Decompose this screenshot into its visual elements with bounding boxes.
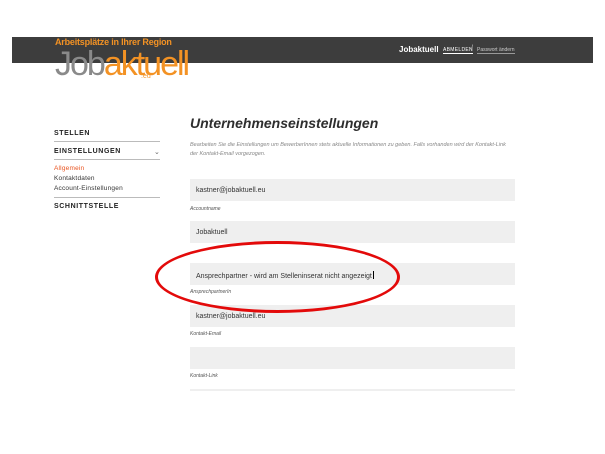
header-separator: /: [471, 45, 473, 52]
page-description: Bearbeiten Sie die Einstellungen um Bewe…: [190, 142, 506, 157]
annotation-ellipse: [155, 241, 400, 313]
logout-link[interactable]: ABMELDEN: [443, 47, 473, 54]
chevron-down-icon[interactable]: ⌄: [154, 148, 160, 156]
jobaktuell-logo[interactable]: Arbeitsplätze in Ihrer Region Jobaktuell…: [55, 36, 190, 84]
sidebar-divider: [54, 159, 160, 160]
kontakt-link-label: Kontakt-Link: [190, 373, 218, 379]
header-site-title: Jobaktuell: [399, 45, 439, 54]
sidebar-item-schnittstelle[interactable]: SCHNITTSTELLE: [54, 203, 160, 210]
logo-tld: .eu: [141, 73, 151, 80]
company-name-field[interactable]: Jobaktuell: [190, 221, 515, 243]
next-field-edge: [190, 389, 515, 391]
logo-wordmark: Jobaktuell: [55, 45, 190, 83]
sidebar-divider: [54, 197, 160, 198]
accountname-field[interactable]: kastner@jobaktuell.eu: [190, 179, 515, 201]
accountname-label: Accountname: [190, 206, 221, 212]
sidebar-sub-allgemein[interactable]: Allgemein: [54, 165, 84, 172]
kontakt-link-field[interactable]: [190, 347, 515, 369]
sidebar-sub-kontaktdaten[interactable]: Kontaktdaten: [54, 175, 95, 182]
kontakt-email-label: Kontakt-Email: [190, 331, 222, 337]
sidebar-item-einstellungen[interactable]: EINSTELLUNGEN: [54, 148, 160, 155]
change-password-link[interactable]: Passwort ändern: [477, 47, 515, 54]
page-title: Unternehmenseinstellungen: [190, 115, 379, 131]
sidebar-divider: [54, 141, 160, 142]
sidebar-sub-account-einstellungen[interactable]: Account-Einstellungen: [54, 185, 123, 192]
sidebar-item-stellen[interactable]: STELLEN: [54, 130, 160, 137]
